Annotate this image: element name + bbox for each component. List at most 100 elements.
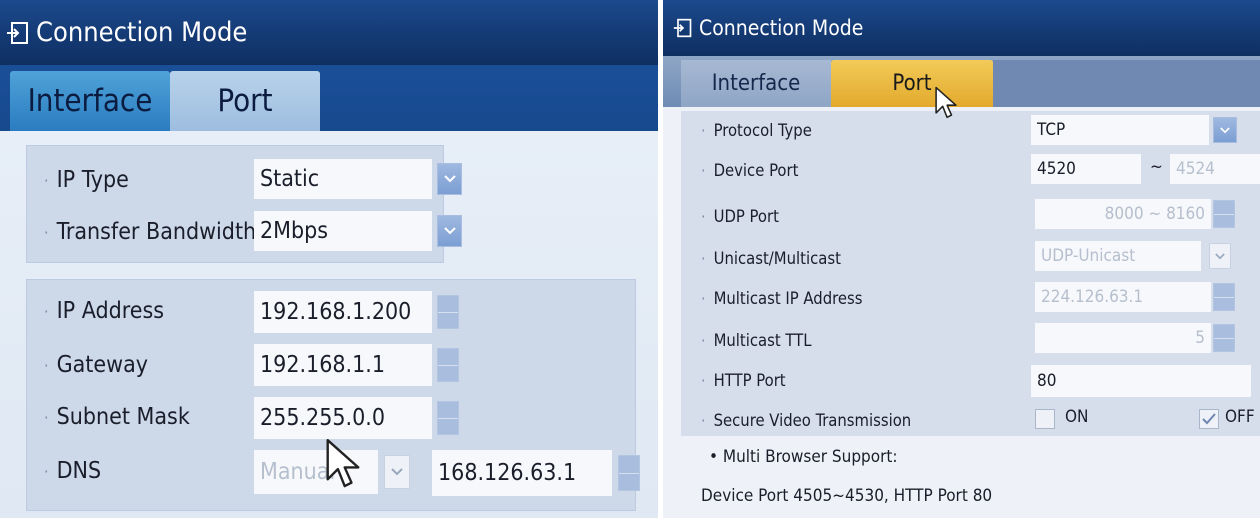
bullet: · [701, 248, 706, 268]
tab-interface-label: Interface [27, 83, 153, 119]
secure-video-row: · Secure Video Transmission [701, 405, 911, 435]
udp-port-row: · UDP Port [701, 201, 779, 231]
dns-mode-dropdown-button[interactable] [384, 455, 410, 489]
ip-type-row: · IP Type [44, 161, 129, 199]
spinner-down[interactable] [1214, 337, 1234, 352]
subnet-mask-field[interactable]: 255.255.0.0 [254, 397, 432, 439]
multicast-ttl-spinner[interactable] [1213, 324, 1235, 352]
chevron-down-icon [1220, 126, 1230, 133]
spinner-down[interactable] [438, 311, 458, 329]
tab-port-label: Port [892, 71, 932, 96]
bullet: · [44, 461, 49, 481]
login-icon [6, 21, 30, 45]
title-bar: Connection Mode [0, 0, 658, 65]
unicast-multicast-dropdown-button [1209, 243, 1231, 269]
spinner-down[interactable] [438, 364, 458, 382]
protocol-type-row: · Protocol Type [701, 115, 812, 145]
tab-port[interactable]: Port [170, 71, 320, 131]
port-settings-body: · Protocol Type TCP · Device Port 4520 ~… [663, 107, 1260, 518]
dns-address-spinner[interactable] [618, 455, 640, 491]
protocol-type-dropdown-button[interactable] [1213, 117, 1237, 143]
spinner-up[interactable] [438, 296, 458, 312]
transfer-bandwidth-dropdown-button[interactable] [437, 215, 462, 247]
subnet-mask-row: · Subnet Mask [44, 397, 190, 437]
login-icon [673, 18, 693, 38]
protocol-type-label: Protocol Type [713, 120, 812, 140]
multicast-ip-row: · Multicast IP Address [701, 283, 862, 313]
multicast-ttl-row: · Multicast TTL [701, 325, 812, 355]
spinner-down[interactable] [1214, 213, 1234, 228]
chevron-down-icon [1215, 252, 1225, 259]
udp-port-spinner[interactable] [1213, 200, 1235, 228]
gateway-spinner[interactable] [437, 348, 459, 382]
device-port-end-field: 4524 [1170, 154, 1260, 184]
http-port-value: 80 [1037, 371, 1057, 391]
spinner-up[interactable] [1214, 325, 1234, 338]
http-port-field[interactable]: 80 [1031, 365, 1251, 397]
device-port-start-field[interactable]: 4520 [1031, 154, 1141, 184]
http-port-row: · HTTP Port [701, 365, 786, 395]
secure-video-label: Secure Video Transmission [713, 410, 912, 430]
ip-type-value: Static [260, 166, 320, 192]
chevron-down-icon [391, 468, 403, 476]
ip-type-select[interactable]: Static [254, 159, 432, 199]
ip-address-field[interactable]: 192.168.1.200 [254, 291, 432, 333]
subnet-mask-label: Subnet Mask [56, 404, 190, 430]
page-title: Connection Mode [36, 17, 248, 48]
bullet: · [44, 170, 49, 190]
spinner-up[interactable] [1214, 201, 1234, 214]
bullet: · [701, 330, 706, 350]
dns-mode-value: Manual [260, 459, 336, 485]
spinner-up[interactable] [619, 456, 639, 473]
right-connection-mode-panel: Connection Mode Interface Port · Protoco… [663, 0, 1260, 518]
secure-video-off-checkbox[interactable] [1199, 409, 1219, 429]
dns-mode-select[interactable]: Manual [254, 450, 378, 494]
ip-address-spinner[interactable] [437, 295, 459, 329]
bullet: · [701, 410, 706, 430]
unicast-multicast-select: UDP-Unicast [1035, 241, 1201, 271]
tab-interface[interactable]: Interface [681, 60, 831, 107]
dns-label: DNS [56, 458, 102, 484]
protocol-type-value: TCP [1037, 120, 1066, 140]
chevron-down-icon [443, 227, 456, 235]
dns-address-value: 168.126.63.1 [438, 460, 577, 486]
gateway-value: 192.168.1.1 [260, 352, 386, 378]
tab-port[interactable]: Port [831, 60, 993, 107]
spinner-up[interactable] [438, 402, 458, 418]
device-port-row: · Device Port [701, 155, 798, 185]
multicast-ip-field: 224.126.63.1 [1035, 282, 1211, 312]
tab-interface-label: Interface [711, 71, 801, 96]
dns-row: · DNS [44, 451, 101, 491]
spinner-down[interactable] [438, 417, 458, 435]
transfer-bandwidth-label: Transfer Bandwidth [56, 219, 257, 245]
tab-bar-filler [993, 60, 1260, 107]
transfer-bandwidth-value: 2Mbps [260, 218, 329, 244]
checkmark-icon [1202, 413, 1216, 425]
bullet: · [701, 206, 706, 226]
gateway-row: · Gateway [44, 345, 148, 385]
multicast-ttl-value: 5 [1195, 328, 1205, 348]
spinner-up[interactable] [1214, 284, 1234, 297]
dns-address-field[interactable]: 168.126.63.1 [432, 450, 612, 496]
left-connection-mode-panel: Connection Mode Interface Port · IP Type… [0, 0, 658, 518]
multicast-ip-value: 224.126.63.1 [1041, 287, 1144, 307]
bullet: · [44, 355, 49, 375]
ip-type-dropdown-button[interactable] [437, 163, 462, 195]
protocol-type-select[interactable]: TCP [1031, 115, 1209, 145]
multi-browser-note-detail: Device Port 4505~4530, HTTP Port 80 [701, 486, 993, 506]
udp-port-label: UDP Port [713, 206, 779, 226]
udp-port-field: 8000 ~ 8160 [1035, 199, 1211, 229]
spinner-up[interactable] [438, 349, 458, 365]
gateway-field[interactable]: 192.168.1.1 [254, 344, 432, 386]
ip-type-label: IP Type [56, 167, 129, 193]
subnet-mask-spinner[interactable] [437, 401, 459, 435]
spinner-down[interactable] [1214, 296, 1234, 311]
ip-address-value: 192.168.1.200 [260, 299, 412, 325]
interface-settings-body: · IP Type Static · Transfer Bandwidth 2M… [0, 131, 658, 518]
secure-video-on-checkbox[interactable] [1035, 409, 1055, 429]
tab-interface[interactable]: Interface [10, 71, 170, 131]
spinner-down[interactable] [619, 472, 639, 491]
multicast-ip-spinner[interactable] [1213, 283, 1235, 311]
title-bar: Connection Mode [663, 0, 1260, 56]
transfer-bandwidth-select[interactable]: 2Mbps [254, 211, 432, 251]
